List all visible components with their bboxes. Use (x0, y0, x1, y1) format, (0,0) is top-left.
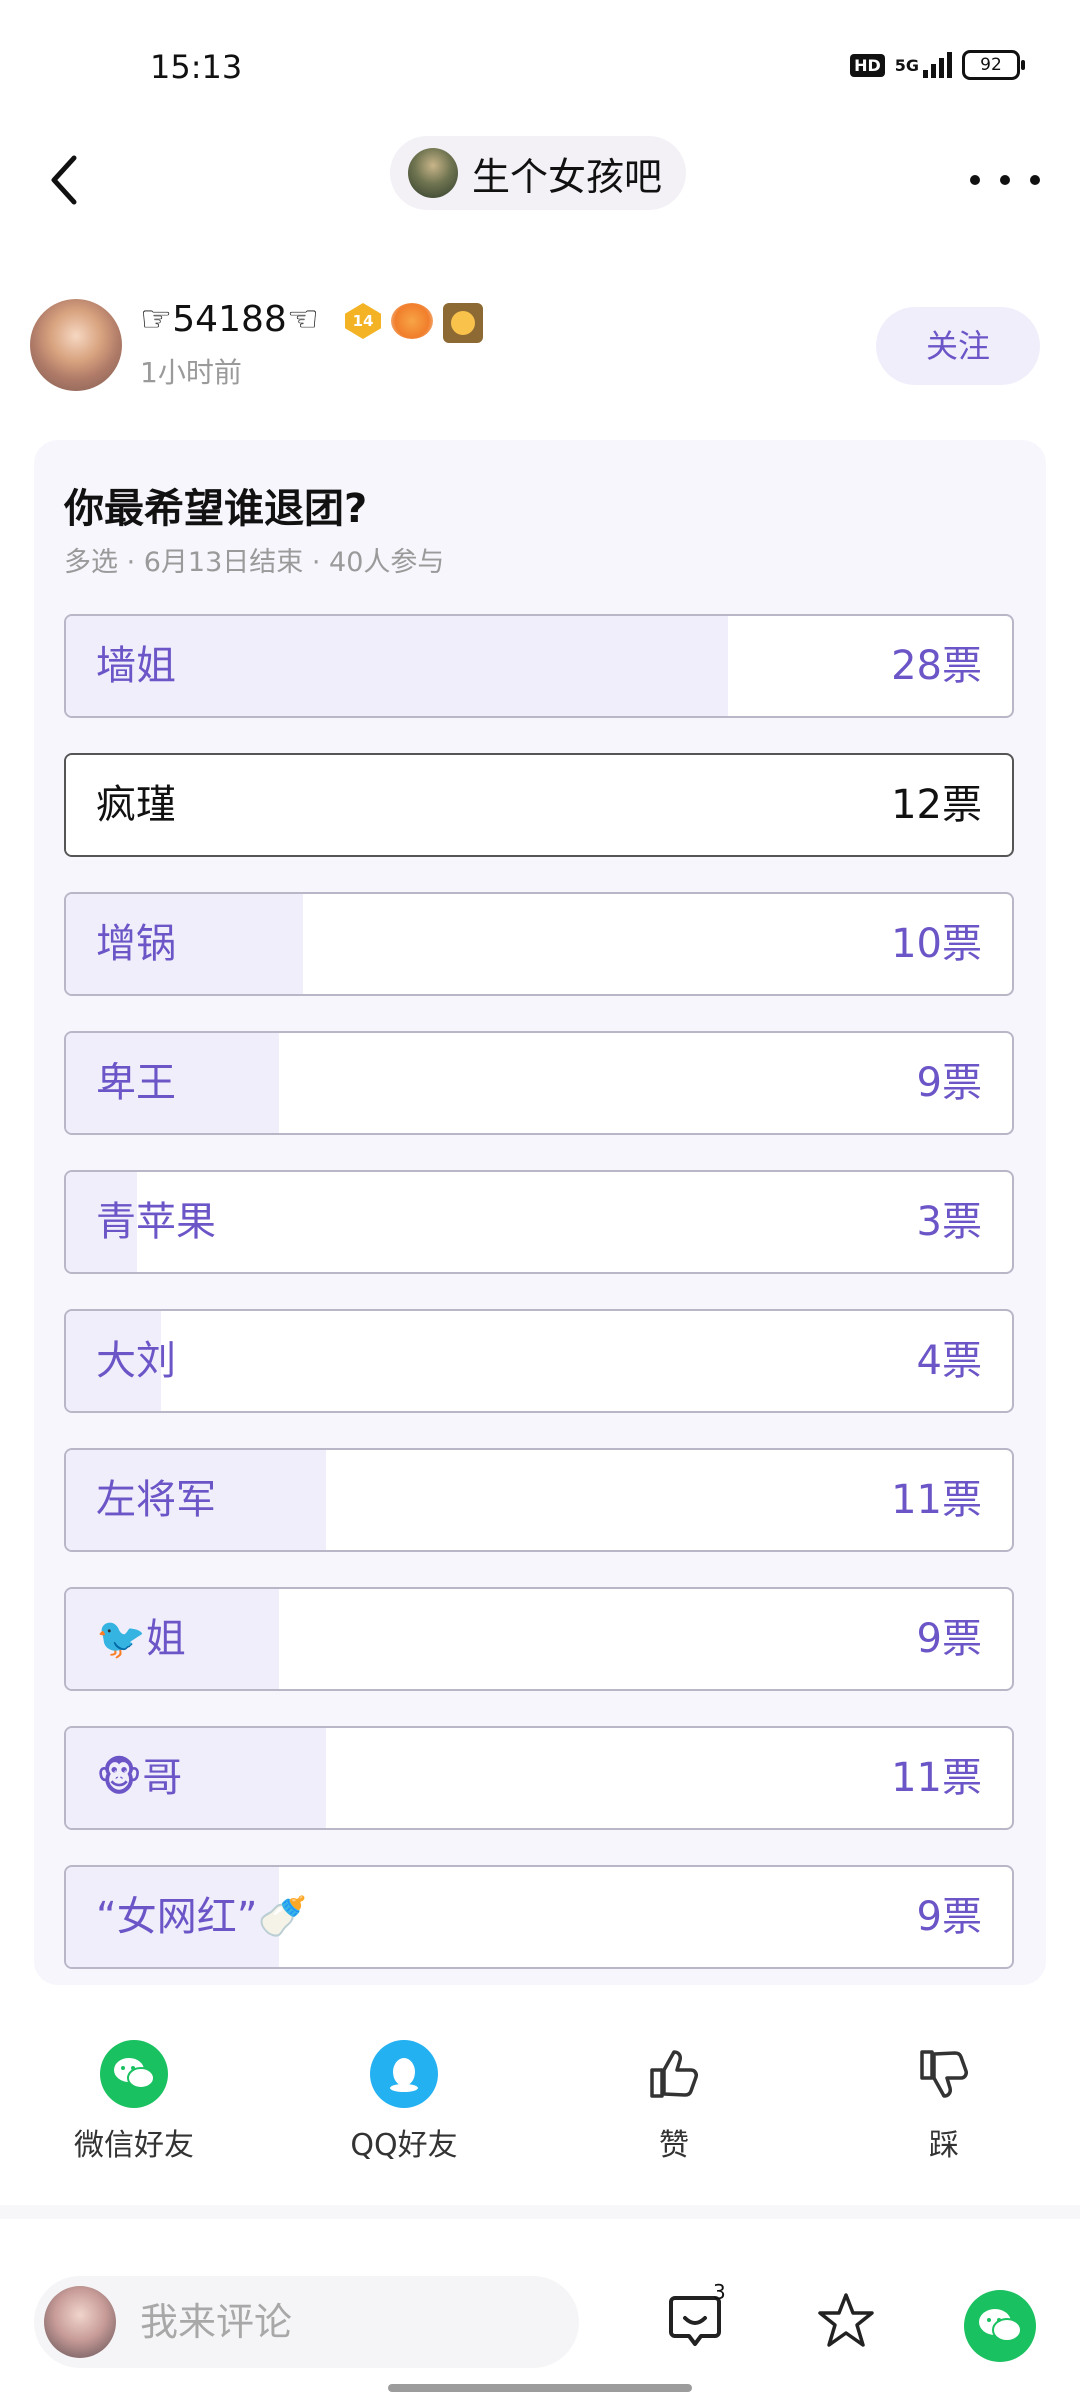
like-button[interactable]: 赞 (574, 2040, 774, 2164)
more-dot-icon (1000, 175, 1010, 185)
post-time: 1小时前 (140, 356, 242, 389)
poll-option[interactable]: 左将军 11票 (64, 1448, 1014, 1552)
poll-option-votes: 12票 (891, 782, 982, 828)
heart-badge-icon (391, 303, 433, 339)
author-avatar[interactable] (30, 299, 122, 391)
poll-option-votes: 9票 (916, 1060, 982, 1106)
chevron-left-icon (51, 155, 77, 205)
poll-meta: 多选 · 6月13日结束 · 40人参与 (64, 547, 445, 578)
sun-badge-icon (443, 303, 483, 343)
signal-icon (923, 52, 952, 78)
poll-option[interactable]: 卑王 9票 (64, 1031, 1014, 1135)
poll-option-votes: 11票 (891, 1477, 982, 1523)
status-bar: 15:13 HD 5G 92 (0, 0, 1080, 130)
poll-option-votes: 9票 (916, 1616, 982, 1662)
poll-option-label: 🐵哥 (96, 1755, 183, 1801)
author-badges: 14 (345, 303, 483, 343)
thumbs-up-icon (640, 2040, 708, 2108)
poll-option-label: “女网红”🍼 (96, 1894, 308, 1940)
share-qq-button[interactable]: QQ好友 (304, 2040, 504, 2164)
more-dot-icon (970, 175, 980, 185)
poll-option-label: 左将军 (96, 1477, 216, 1523)
author-row: ☞54188☜ 14 1小时前 关注 (0, 295, 1080, 395)
poll-option-label: 大刘 (96, 1338, 176, 1384)
wechat-icon (979, 2309, 1022, 2342)
star-icon[interactable] (815, 2290, 877, 2352)
hd-icon: HD (850, 53, 885, 77)
share-row: 微信好友 QQ好友 赞 踩 (0, 2040, 1080, 2180)
bottom-bar: 我来评论 3 (0, 2250, 1080, 2400)
wechat-share-button[interactable] (964, 2290, 1036, 2362)
poll-card: 你最希望谁退团? 多选 · 6月13日结束 · 40人参与 墙姐 28票疯瑾 12票… (34, 440, 1046, 1985)
poll-option-votes: 9票 (916, 1894, 982, 1940)
like-label: 赞 (659, 2128, 689, 2163)
poll-option-label: 疯瑾 (96, 782, 176, 828)
poll-option[interactable]: 墙姐 28票 (64, 614, 1014, 718)
battery-icon: 92 (962, 50, 1025, 80)
poll-option[interactable]: 疯瑾 12票 (64, 753, 1014, 857)
forum-pill[interactable]: 生个女孩吧 (390, 136, 687, 210)
level-badge-icon: 14 (345, 303, 381, 339)
poll-option[interactable]: 青苹果 3票 (64, 1170, 1014, 1274)
poll-option-votes: 10票 (891, 921, 982, 967)
poll-option-votes: 28票 (891, 643, 982, 689)
poll-option[interactable]: 大刘 4票 (64, 1309, 1014, 1413)
forum-avatar (408, 148, 458, 198)
poll-option-votes: 4票 (916, 1338, 982, 1384)
poll-option[interactable]: 🐵哥 11票 (64, 1726, 1014, 1830)
poll-option-label: 🐦姐 (96, 1616, 186, 1662)
follow-button[interactable]: 关注 (876, 307, 1040, 385)
qq-icon (370, 2040, 438, 2108)
nav-bar: 生个女孩吧 (0, 130, 1080, 230)
poll-option-label: 墙姐 (96, 643, 176, 689)
network-label: 5G (894, 55, 919, 75)
poll-option[interactable]: “女网红”🍼 9票 (64, 1865, 1014, 1969)
share-wechat-button[interactable]: 微信好友 (34, 2040, 234, 2164)
divider (0, 2205, 1080, 2219)
author-name[interactable]: ☞54188☜ (140, 299, 319, 340)
dislike-button[interactable]: 踩 (844, 2040, 1044, 2164)
poll-option-label: 增锅 (96, 921, 176, 967)
status-time: 15:13 (150, 48, 243, 86)
poll-option-label: 卑王 (96, 1060, 176, 1106)
share-wechat-label: 微信好友 (74, 2128, 194, 2163)
thumbs-down-icon (910, 2040, 978, 2108)
poll-options: 墙姐 28票 疯瑾 12票 增锅 10票 卑王 9票 青苹果 3票 大刘 4票 左将军 11票 🐦姐 9票 🐵哥… (64, 614, 1014, 2004)
more-dot-icon (1030, 175, 1040, 185)
forum-name: 生个女孩吧 (472, 154, 663, 199)
comment-count: 3 (713, 2280, 726, 2304)
poll-option-votes: 11票 (891, 1755, 982, 1801)
share-qq-label: QQ好友 (350, 2128, 458, 2163)
wechat-icon (100, 2040, 168, 2108)
comment-input[interactable]: 我来评论 (34, 2276, 579, 2368)
back-button[interactable] (40, 150, 100, 210)
comment-placeholder: 我来评论 (140, 2300, 293, 2344)
dislike-label: 踩 (929, 2128, 959, 2163)
poll-option-votes: 3票 (916, 1199, 982, 1245)
more-button[interactable] (970, 150, 1040, 210)
my-avatar (44, 2286, 116, 2358)
poll-option-label: 青苹果 (96, 1199, 216, 1245)
status-icons: HD 5G 92 (850, 50, 1025, 80)
poll-option[interactable]: 增锅 10票 (64, 892, 1014, 996)
home-indicator (388, 2384, 692, 2392)
poll-option[interactable]: 🐦姐 9票 (64, 1587, 1014, 1691)
poll-title: 你最希望谁退团? (64, 486, 368, 532)
